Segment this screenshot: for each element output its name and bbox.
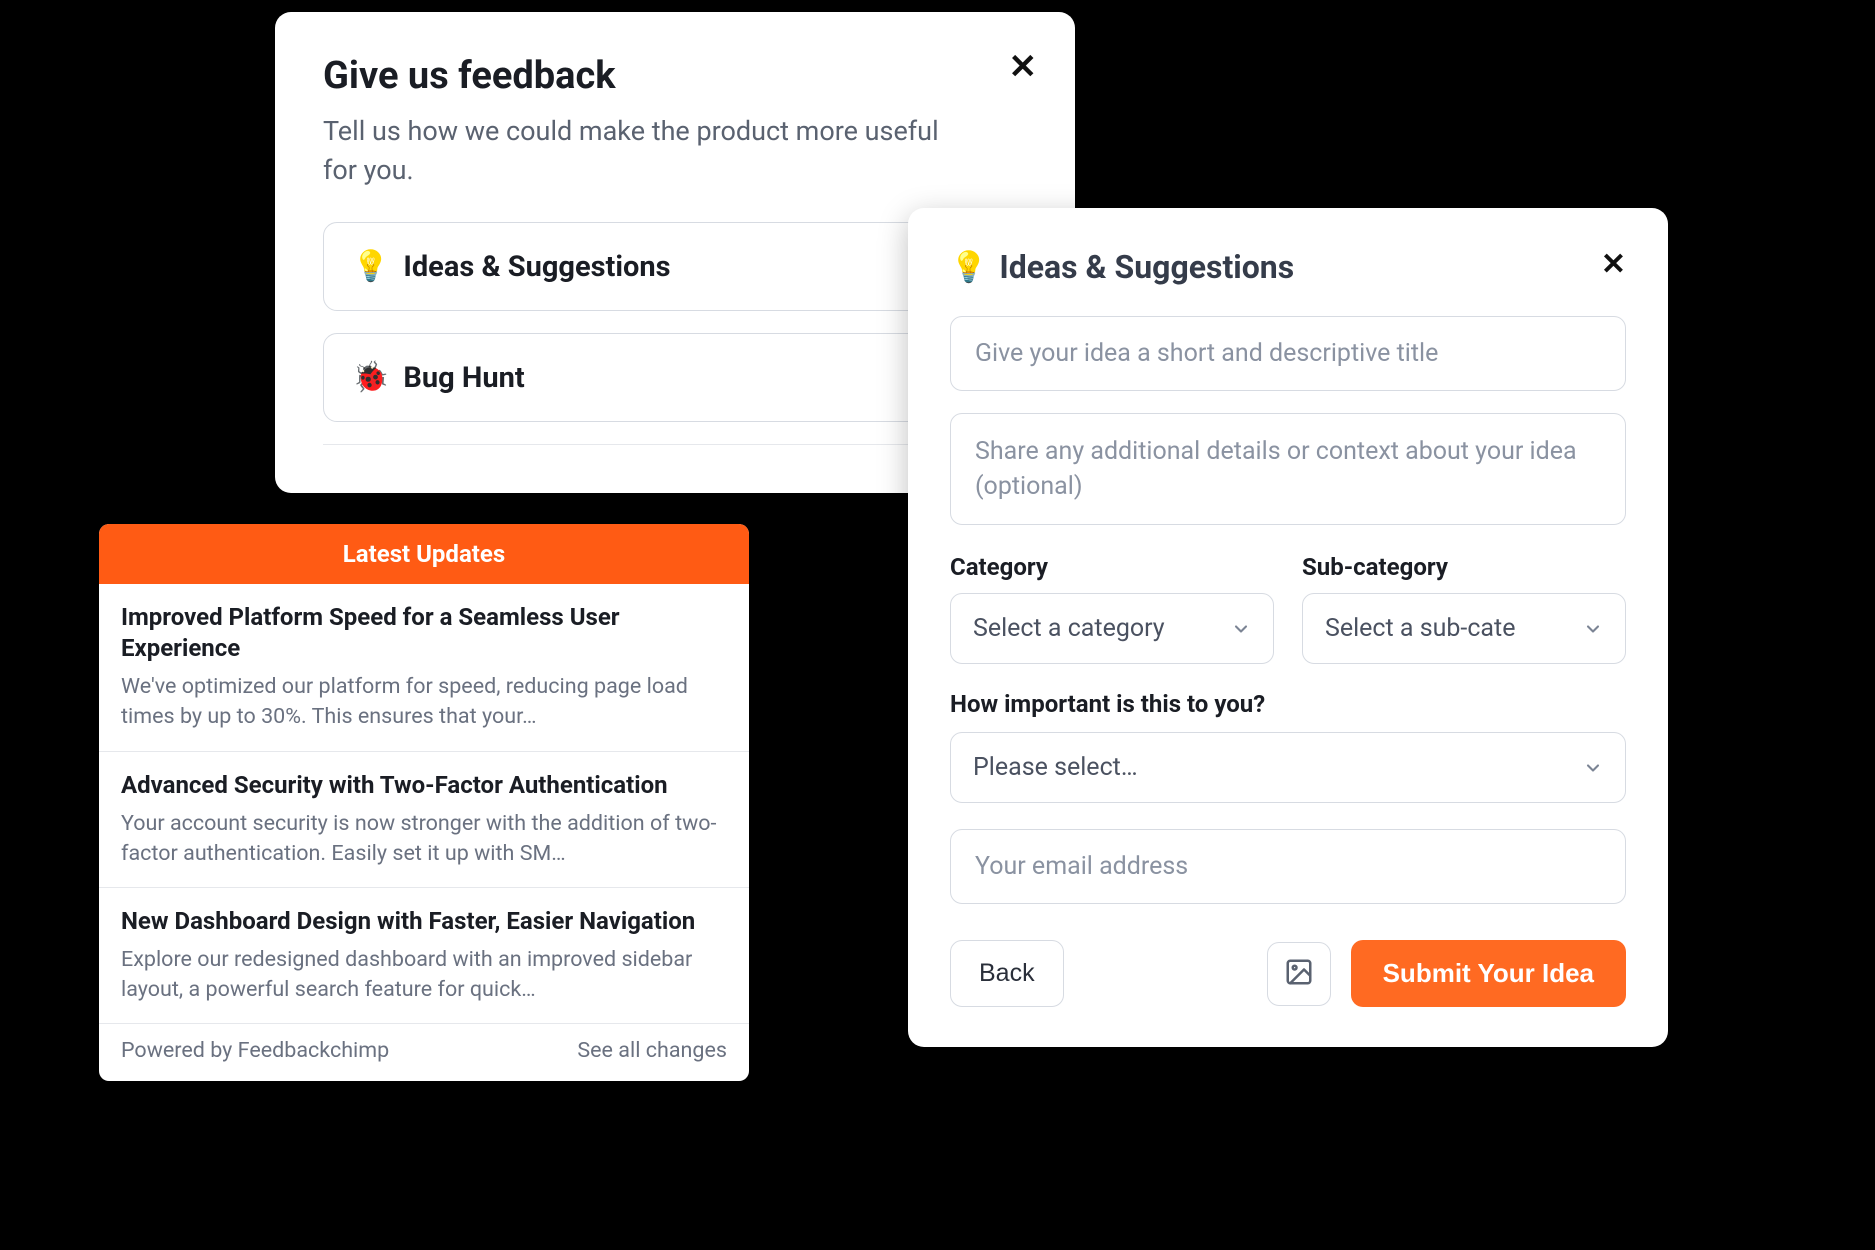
bug-icon: 🐞 xyxy=(352,360,389,395)
lightbulb-icon: 💡 xyxy=(950,250,987,285)
subcategory-label: Sub-category xyxy=(1302,553,1626,581)
option-label: Bug Hunt xyxy=(403,361,524,395)
idea-details-input[interactable] xyxy=(950,413,1626,525)
update-title: Improved Platform Speed for a Seamless U… xyxy=(121,602,727,664)
updates-card: Latest Updates Improved Platform Speed f… xyxy=(99,524,749,1081)
subcategory-select[interactable]: Select a sub-cate xyxy=(1302,593,1626,664)
form-heading-text: Ideas & Suggestions xyxy=(999,248,1294,286)
lightbulb-icon: 💡 xyxy=(352,249,389,284)
see-all-changes-link[interactable]: See all changes xyxy=(577,1038,727,1063)
idea-title-input[interactable] xyxy=(950,316,1626,391)
category-select[interactable]: Select a category xyxy=(950,593,1274,664)
update-desc: We've optimized our platform for speed, … xyxy=(121,672,727,732)
importance-label: How important is this to you? xyxy=(950,690,1626,718)
update-desc: Explore our redesigned dashboard with an… xyxy=(121,945,727,1005)
importance-placeholder: Please select… xyxy=(973,753,1138,782)
category-field: Category Select a category xyxy=(950,553,1274,664)
submit-button[interactable]: Submit Your Idea xyxy=(1351,940,1626,1007)
chevron-down-icon xyxy=(1583,619,1603,639)
feedback-subtitle: Tell us how we could make the product mo… xyxy=(323,112,963,190)
importance-select[interactable]: Please select… xyxy=(950,732,1626,803)
updates-header: Latest Updates xyxy=(99,524,749,584)
subcategory-field: Sub-category Select a sub-cate xyxy=(1302,553,1626,664)
category-label: Category xyxy=(950,553,1274,581)
back-button[interactable]: Back xyxy=(950,940,1064,1007)
ideas-form-card: ✕ 💡 Ideas & Suggestions Category Select … xyxy=(908,208,1668,1047)
update-title: New Dashboard Design with Faster, Easier… xyxy=(121,906,727,937)
close-icon[interactable]: ✕ xyxy=(1009,50,1038,84)
update-item[interactable]: New Dashboard Design with Faster, Easier… xyxy=(99,888,749,1024)
chevron-down-icon xyxy=(1231,619,1251,639)
update-item[interactable]: Advanced Security with Two-Factor Authen… xyxy=(99,752,749,888)
update-title: Advanced Security with Two-Factor Authen… xyxy=(121,770,727,801)
powered-by: Powered by Feedbackchimp xyxy=(121,1038,389,1063)
form-footer: Back Submit Your Idea xyxy=(950,940,1626,1007)
close-icon[interactable]: ✕ xyxy=(1601,250,1626,280)
update-item[interactable]: Improved Platform Speed for a Seamless U… xyxy=(99,584,749,752)
subcategory-placeholder: Select a sub-cate xyxy=(1325,614,1515,643)
chevron-down-icon xyxy=(1583,758,1603,778)
email-input[interactable] xyxy=(950,829,1626,904)
image-icon xyxy=(1284,957,1314,991)
option-label: Ideas & Suggestions xyxy=(403,250,670,284)
form-heading: 💡 Ideas & Suggestions xyxy=(950,248,1626,286)
category-placeholder: Select a category xyxy=(973,614,1165,643)
updates-footer: Powered by Feedbackchimp See all changes xyxy=(99,1024,749,1081)
update-desc: Your account security is now stronger wi… xyxy=(121,809,727,869)
attach-image-button[interactable] xyxy=(1267,942,1331,1006)
feedback-title: Give us feedback xyxy=(323,54,1027,98)
